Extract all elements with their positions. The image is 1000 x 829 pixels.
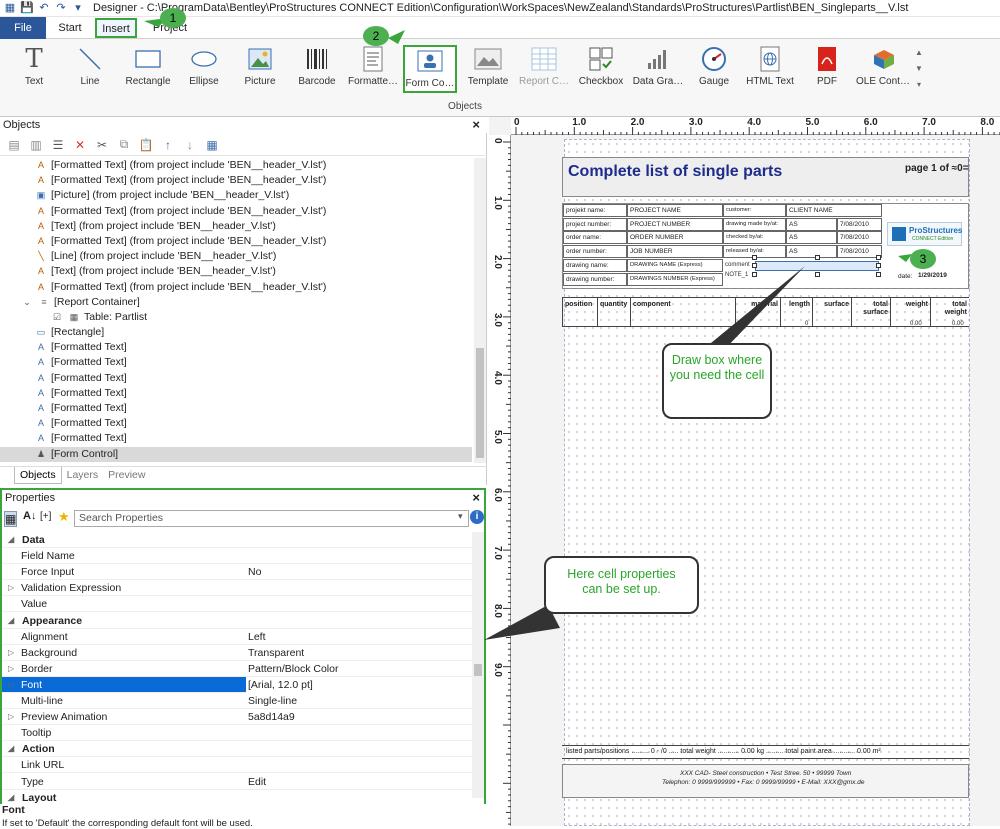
- callout-cell-properties: Here cell properties can be set up.: [544, 556, 699, 614]
- callout-pointers: [144, 18, 912, 640]
- badge-pointer-2: [388, 30, 405, 44]
- callout-draw-box: Draw box where you need the cell: [662, 343, 772, 419]
- callout-draw-box-text: Draw box where you need the cell: [669, 353, 765, 382]
- step-badge-2: 2: [363, 26, 389, 46]
- step-badge-3: 3: [910, 249, 936, 269]
- callout-pointer-draw-box: [700, 266, 805, 352]
- step-badge-1: 1: [160, 8, 186, 28]
- callout-cell-properties-text: Here cell properties can be set up.: [567, 567, 676, 596]
